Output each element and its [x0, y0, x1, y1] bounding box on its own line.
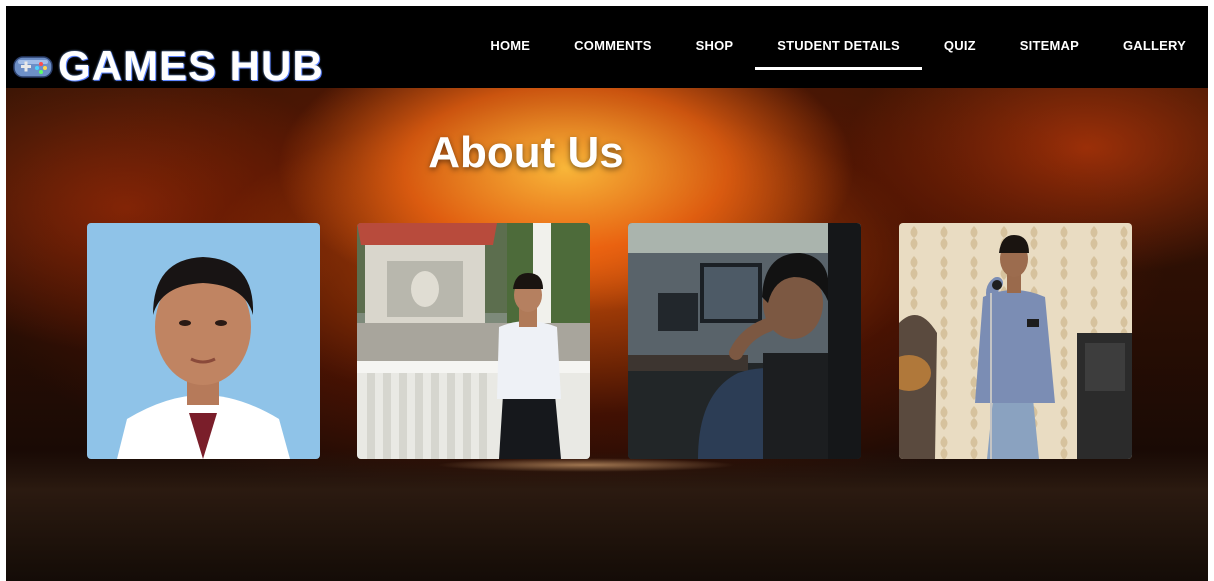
- nav-item-student-details[interactable]: STUDENT DETAILS: [755, 6, 922, 88]
- member-card-1[interactable]: [87, 223, 320, 459]
- member-photo-2: [357, 223, 590, 459]
- nav-item-sitemap[interactable]: SITEMAP: [998, 6, 1101, 88]
- member-photo-3: [628, 223, 861, 459]
- member-card-3[interactable]: [628, 223, 861, 459]
- member-card-4[interactable]: [899, 223, 1132, 459]
- gamepad-icon: [13, 56, 53, 78]
- hero-section: About Us: [6, 88, 1208, 581]
- member-card-2[interactable]: [357, 223, 590, 459]
- nav-item-quiz[interactable]: QUIZ: [922, 6, 998, 88]
- page-frame: GAMES HUB HOME COMMENTS SHOP STUDENT DET…: [6, 6, 1208, 581]
- hero-horizon-glow: [436, 458, 736, 472]
- team-cards: [87, 223, 1137, 459]
- main-nav: HOME COMMENTS SHOP STUDENT DETAILS QUIZ …: [468, 6, 1208, 88]
- member-photo-4: [899, 223, 1132, 459]
- nav-item-comments[interactable]: COMMENTS: [552, 6, 673, 88]
- member-photo-1: [87, 223, 320, 459]
- about-us-heading: About Us: [428, 128, 624, 177]
- nav-item-shop[interactable]: SHOP: [674, 6, 756, 88]
- brand-title: GAMES HUB: [58, 42, 324, 89]
- nav-item-home[interactable]: HOME: [468, 6, 552, 88]
- brand-logo[interactable]: GAMES HUB: [12, 42, 324, 90]
- nav-item-gallery[interactable]: GALLERY: [1101, 6, 1208, 88]
- navbar: GAMES HUB HOME COMMENTS SHOP STUDENT DET…: [6, 6, 1208, 90]
